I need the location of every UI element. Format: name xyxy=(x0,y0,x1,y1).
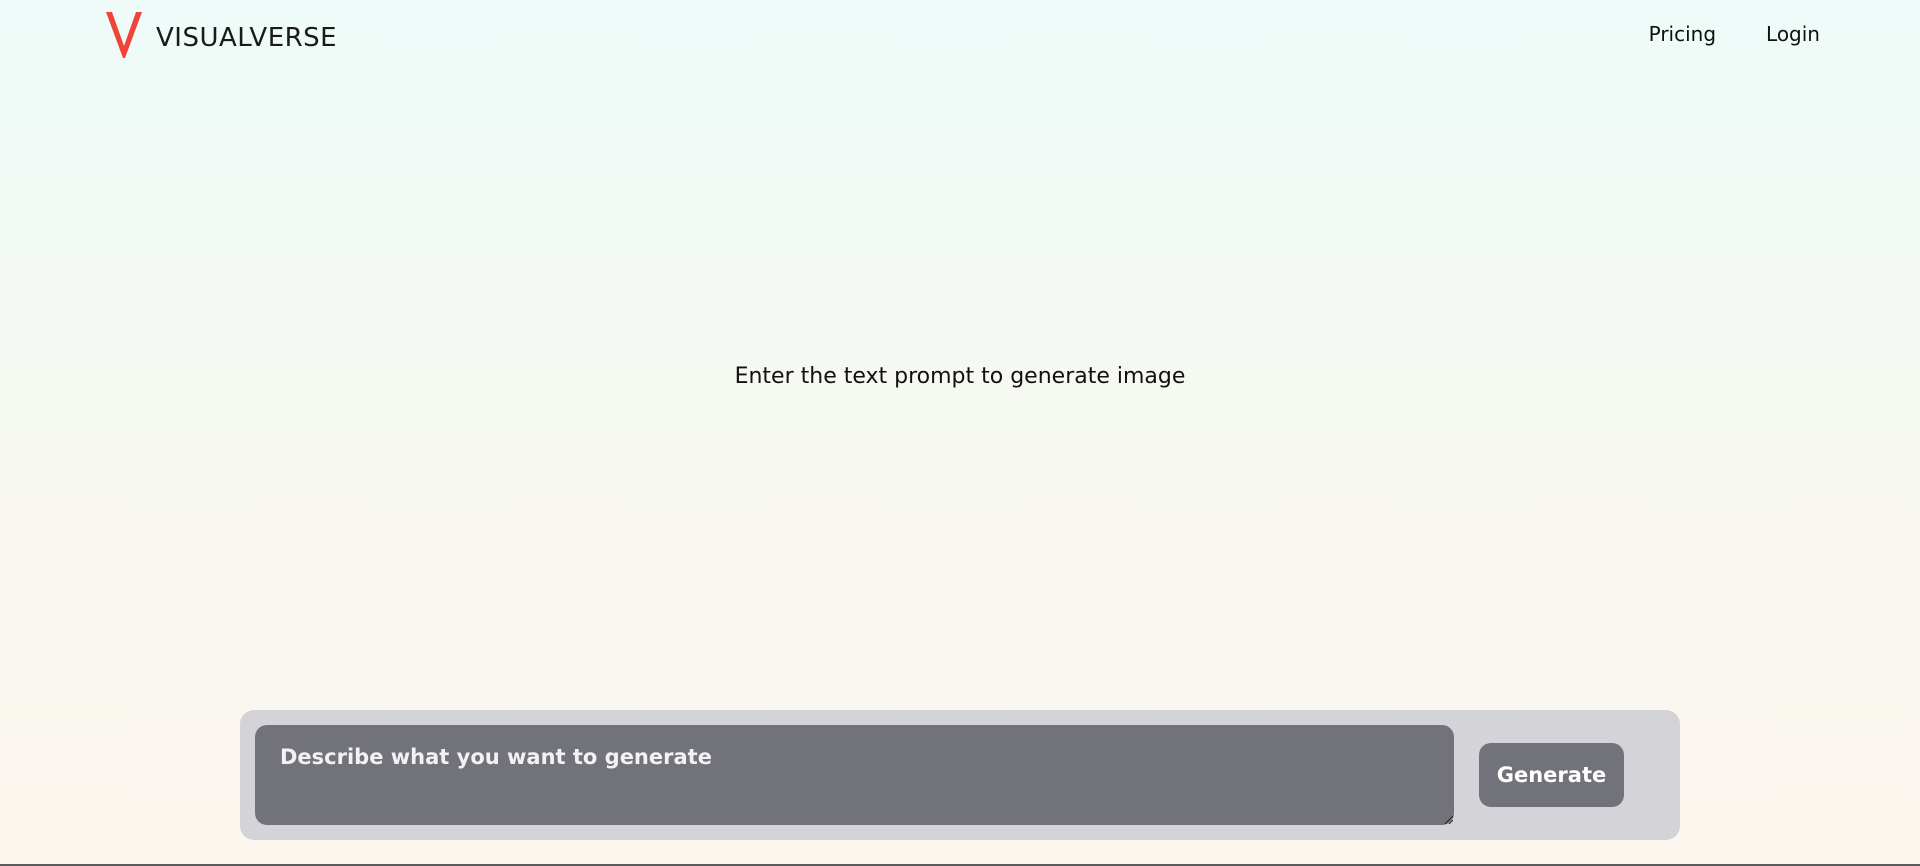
brand-logo[interactable]: VISUALVERSE xyxy=(106,12,337,58)
resize-handle-icon[interactable] xyxy=(1443,814,1453,824)
nav-pricing-link[interactable]: Pricing xyxy=(1649,22,1716,46)
v-logo-icon xyxy=(106,12,142,58)
brand-name: VISUALVERSE xyxy=(156,23,338,53)
main-nav: Pricing Login xyxy=(1649,22,1820,46)
empty-state-message: Enter the text prompt to generate image xyxy=(734,364,1186,389)
generate-button[interactable]: Generate xyxy=(1479,743,1624,807)
nav-login-link[interactable]: Login xyxy=(1766,22,1820,46)
top-header: VISUALVERSE Pricing Login xyxy=(0,0,1920,70)
prompt-input[interactable] xyxy=(255,725,1454,825)
prompt-panel: Generate xyxy=(240,710,1680,840)
